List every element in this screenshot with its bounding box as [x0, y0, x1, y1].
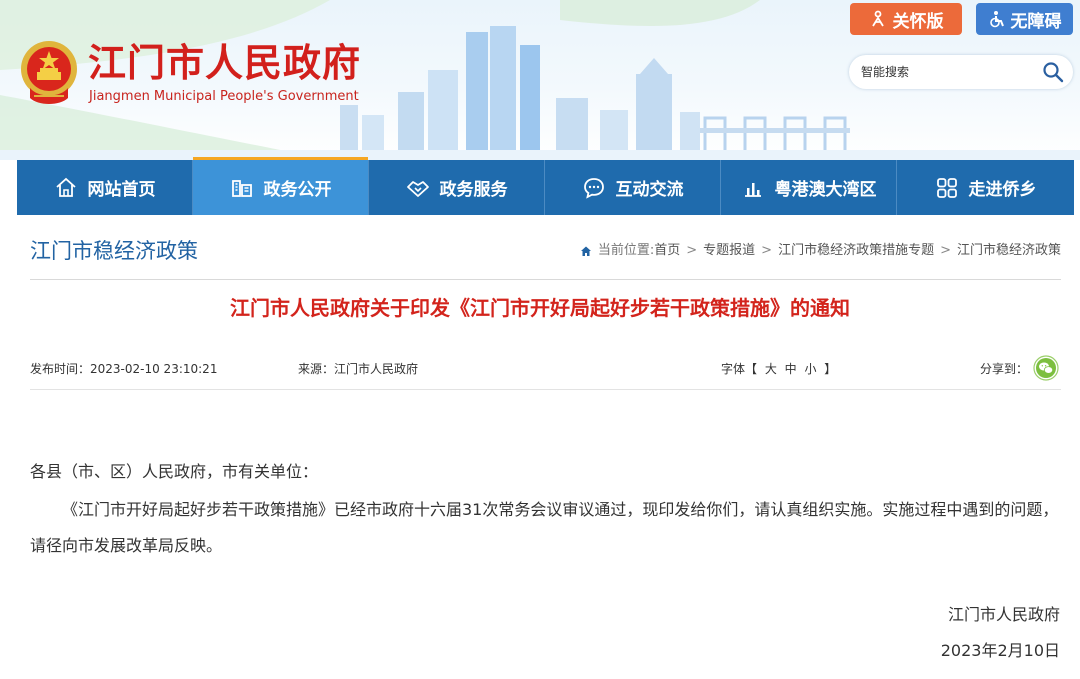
breadcrumb-separator: >: [686, 243, 698, 258]
nav-label: 走进侨乡: [968, 180, 1037, 200]
nav-item-government-affairs[interactable]: 政务公开: [193, 157, 369, 215]
breadcrumb: 当前位置: 首页 > 专题报道 > 江门市稳经济政策措施专题 > 江门市稳经济政策: [580, 242, 1061, 260]
site-title[interactable]: 江门市人民政府: [88, 40, 361, 86]
breadcrumb-separator: >: [761, 243, 773, 258]
article-salutation: 各县（市、区）人民政府，市有关单位：: [30, 462, 319, 481]
accessibility-button[interactable]: 无障碍: [976, 3, 1073, 35]
search-input[interactable]: [861, 55, 1031, 89]
publish-time: 发布时间：2023-02-10 23:10:21: [30, 362, 218, 376]
breadcrumb-item-current[interactable]: 江门市稳经济政策: [957, 242, 1061, 260]
wheelchair-icon: [989, 11, 1004, 28]
chat-icon: [583, 177, 604, 199]
nav-item-interaction[interactable]: 互动交流: [545, 160, 721, 215]
site-header: 江门市人民政府 Jiangmen Municipal People's Gove…: [0, 0, 1080, 160]
care-mode-label: 关怀版: [892, 11, 944, 32]
signature-date: 2023年2月10日: [940, 641, 1060, 660]
nav-item-hometown[interactable]: 走进侨乡: [897, 160, 1074, 215]
nav-label: 政务公开: [263, 180, 332, 200]
meta-divider: [30, 389, 1061, 390]
nav-label: 网站首页: [87, 180, 156, 200]
section-divider: [30, 279, 1061, 280]
nav-item-government-services[interactable]: 政务服务: [369, 160, 545, 215]
breadcrumb-item-special-topic[interactable]: 江门市稳经济政策措施专题: [778, 242, 934, 260]
breadcrumb-prefix: 当前位置:: [597, 243, 655, 258]
nav-item-greater-bay-area[interactable]: 粤港澳大湾区: [721, 160, 897, 215]
care-person-icon: [871, 10, 884, 27]
breadcrumb-separator: >: [940, 243, 951, 258]
breadcrumb-item-home[interactable]: 首页: [654, 242, 680, 260]
wechat-share-icon[interactable]: [1033, 355, 1059, 381]
accessibility-label: 无障碍: [1010, 11, 1062, 32]
buildings-icon: [231, 179, 252, 197]
home-icon: [580, 246, 591, 256]
nav-item-home[interactable]: 网站首页: [17, 160, 193, 215]
font-size-switcher[interactable]: 字体【 大 中 小 】: [721, 361, 836, 377]
search-icon[interactable]: [1042, 61, 1064, 83]
nav-label: 互动交流: [615, 180, 684, 200]
search-box: [849, 55, 1073, 89]
bar-chart-icon: [744, 182, 761, 197]
main-nav: 网站首页 政务公开 政务服务 互动交流 粤港澳大湾区 走进侨乡: [17, 157, 1074, 215]
article-paragraph: 《江门市开好局起好步若干政策措施》已经市政府十六届31次常务会议审议通过，现印发…: [30, 500, 1059, 555]
home-icon: [55, 177, 76, 197]
article-title: 江门市人民政府关于印发《江门市开好局起好步若干政策措施》的通知: [230, 296, 850, 320]
article-source: 来源：江门市人民政府: [298, 362, 419, 376]
care-mode-button[interactable]: 关怀版: [850, 3, 962, 35]
national-emblem-icon: [21, 41, 77, 104]
section-title: 江门市稳经济政策: [30, 239, 198, 263]
nav-label: 粤港澳大湾区: [774, 180, 877, 200]
nav-label: 政务服务: [439, 180, 508, 200]
handshake-icon: [406, 180, 429, 197]
grid-icon: [936, 177, 957, 198]
share-label: 分享到：: [980, 362, 1029, 376]
signature-organization: 江门市人民政府: [947, 605, 1060, 624]
breadcrumb-item-topics[interactable]: 专题报道: [703, 242, 755, 260]
site-title-english: Jiangmen Municipal People's Government: [89, 89, 359, 104]
